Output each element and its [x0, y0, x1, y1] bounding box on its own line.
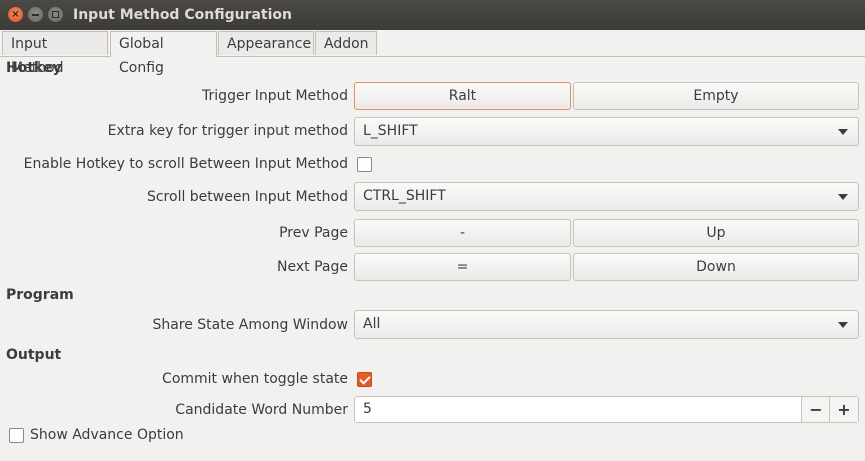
share-state-value: All — [363, 316, 381, 332]
enable-scroll-checkbox[interactable] — [357, 157, 372, 172]
decrement-button[interactable]: − — [801, 397, 830, 422]
tab-input-method[interactable]: Input Method — [2, 31, 108, 76]
advance-label: Show Advance Option — [30, 427, 184, 443]
trigger-key2-button[interactable]: Empty — [573, 82, 859, 110]
chevron-down-icon — [838, 322, 848, 328]
minimize-button[interactable] — [28, 7, 43, 22]
section-program: Program — [6, 287, 74, 303]
next-page-key2-button[interactable]: Down — [573, 253, 859, 281]
close-button[interactable]: × — [8, 7, 23, 22]
chevron-down-icon — [838, 194, 848, 200]
share-state-label: Share State Among Window — [152, 317, 348, 333]
advance-checkbox[interactable] — [9, 428, 24, 443]
tab-global-config[interactable]: Global Config — [110, 31, 217, 76]
title-bar: × Input Method Configuration — [0, 0, 865, 30]
candidate-spinbox[interactable]: 5 − + — [354, 396, 859, 423]
prev-page-key2-button[interactable]: Up — [573, 219, 859, 247]
candidate-label: Candidate Word Number — [175, 402, 348, 418]
scroll-combo[interactable]: CTRL_SHIFT — [354, 182, 859, 211]
prev-page-label: Prev Page — [279, 225, 348, 241]
next-page-label: Next Page — [277, 259, 348, 275]
commit-toggle-label: Commit when toggle state — [162, 371, 348, 387]
section-output: Output — [6, 347, 62, 363]
tab-addon[interactable]: Addon — [315, 31, 377, 55]
scroll-label: Scroll between Input Method — [146, 189, 348, 205]
extra-key-label: Extra key for trigger input method — [107, 123, 348, 139]
increment-button[interactable]: + — [829, 397, 858, 422]
share-state-combo[interactable]: All — [354, 310, 859, 339]
enable-scroll-label: Enable Hotkey to scroll Between Input Me… — [23, 156, 348, 172]
commit-toggle-checkbox[interactable] — [357, 372, 372, 387]
trigger-label: Trigger Input Method — [202, 88, 348, 104]
window-title: Input Method Configuration — [73, 7, 292, 23]
chevron-down-icon — [838, 129, 848, 135]
next-page-key1-button[interactable]: = — [354, 253, 571, 281]
scroll-value: CTRL_SHIFT — [363, 188, 446, 204]
candidate-value[interactable]: 5 — [363, 401, 372, 417]
section-hotkey: Hotkey — [6, 60, 62, 76]
tab-appearance[interactable]: Appearance — [218, 31, 314, 55]
extra-key-value: L_SHIFT — [363, 123, 418, 139]
maximize-button[interactable] — [48, 7, 63, 22]
tab-bar: Input Method Global Config Appearance Ad… — [0, 30, 865, 76]
trigger-key1-button[interactable]: Ralt — [354, 82, 571, 110]
prev-page-key1-button[interactable]: - — [354, 219, 571, 247]
extra-key-combo[interactable]: L_SHIFT — [354, 117, 859, 146]
